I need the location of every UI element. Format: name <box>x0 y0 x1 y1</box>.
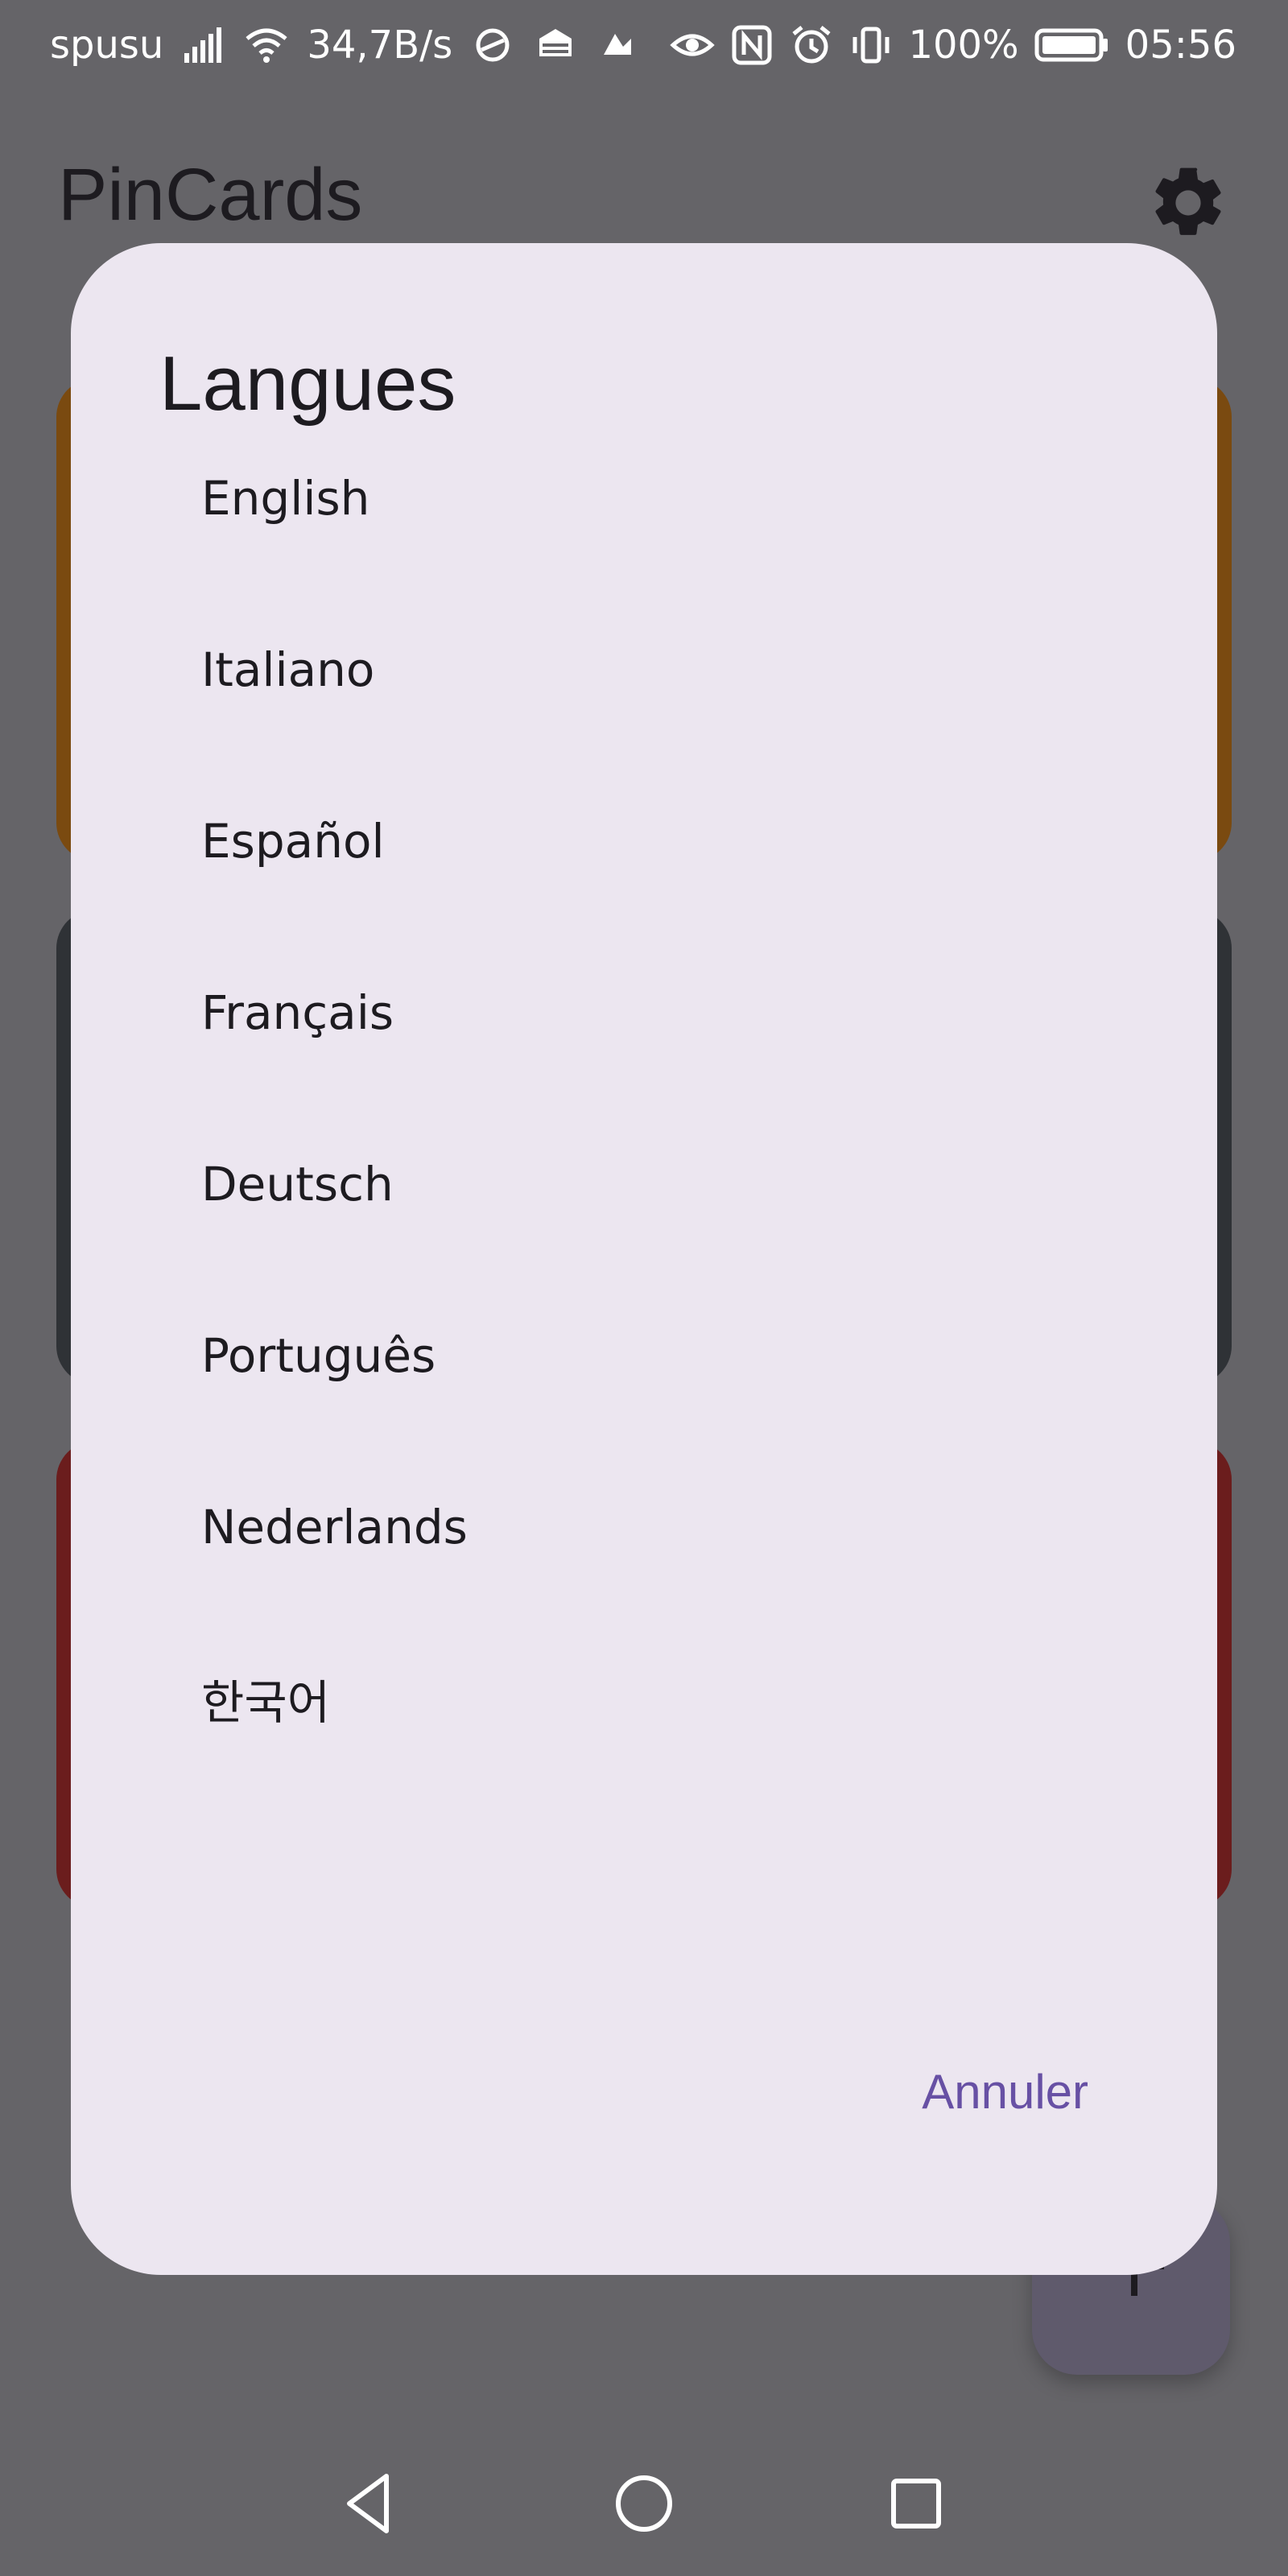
app-notification-icon <box>533 23 578 68</box>
battery-percent: 100% <box>908 23 1019 68</box>
settings-button[interactable] <box>1146 161 1230 245</box>
home-button[interactable] <box>604 2463 684 2544</box>
language-option-deutsch[interactable]: Deutsch <box>71 1098 1217 1269</box>
gear-icon <box>1146 161 1230 245</box>
recent-apps-button[interactable] <box>876 2463 956 2544</box>
carrier-name: spusu <box>50 23 164 68</box>
recent-apps-icon <box>891 2479 941 2529</box>
cancel-button[interactable]: Annuler <box>922 2064 1088 2120</box>
language-option-francais[interactable]: Français <box>71 927 1217 1098</box>
status-bar: spusu 34,7B/s 100% 05:56 <box>0 0 1288 89</box>
alarm-icon <box>789 23 834 68</box>
language-option-italiano[interactable]: Italiano <box>71 584 1217 755</box>
status-bar-left: spusu 34,7B/s <box>50 19 658 71</box>
language-option-nederlands[interactable]: Nederlands <box>71 1441 1217 1612</box>
app-notification-icon <box>596 23 641 68</box>
language-option-espanol[interactable]: Español <box>71 755 1217 927</box>
clock-time: 05:56 <box>1125 23 1236 68</box>
language-option-english[interactable]: English <box>71 412 1217 584</box>
wifi-icon <box>244 23 289 68</box>
home-icon <box>616 2475 672 2532</box>
language-list: English Italiano Español Français Deutsc… <box>71 471 1217 1784</box>
back-icon <box>347 2474 389 2533</box>
nfc-icon <box>729 23 774 68</box>
language-option-portugues[interactable]: Português <box>71 1269 1217 1441</box>
app-title: PinCards <box>58 154 363 236</box>
navigation-bar <box>0 2439 1288 2576</box>
vibrate-icon <box>848 23 894 68</box>
language-option-korean[interactable]: 한국어 <box>71 1612 1217 1784</box>
battery-icon <box>1034 23 1111 68</box>
status-bar-right: 100% 05:56 <box>655 19 1236 71</box>
back-button[interactable] <box>328 2463 409 2544</box>
signal-icon <box>181 23 226 68</box>
network-speed: 34,7B/s <box>307 23 453 68</box>
app-notification-icon <box>470 23 515 68</box>
eye-icon <box>670 23 716 68</box>
language-dialog: Langues English Italiano Español Françai… <box>71 243 1217 2275</box>
